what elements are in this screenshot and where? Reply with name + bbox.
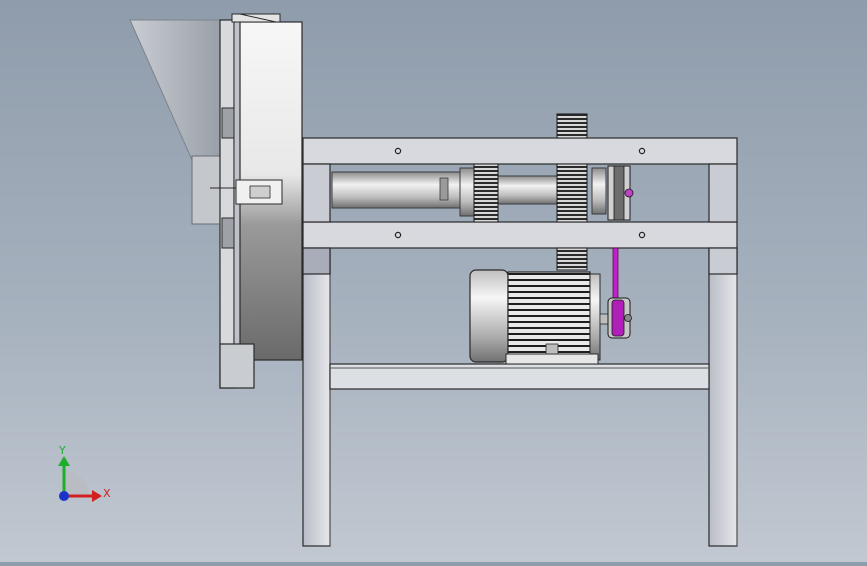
motor-pulley-groove (611, 299, 625, 337)
motor-end-cap[interactable] (469, 269, 509, 363)
shaft-inner (497, 175, 559, 205)
shaft-pulley-groove (613, 165, 625, 221)
frame-right-lower-block[interactable] (708, 247, 738, 275)
motor-flange[interactable] (589, 273, 601, 361)
electric-motor[interactable] (469, 269, 611, 365)
motor-pulley[interactable] (607, 297, 632, 339)
shaft-coupling-inner (249, 185, 271, 199)
motor-foot (505, 353, 599, 365)
frame-left-post[interactable] (302, 163, 331, 223)
left-leg[interactable] (302, 247, 331, 547)
shaft-pulley-hub (624, 188, 634, 198)
triad-rotation-arc (64, 469, 89, 496)
housing-bracket (221, 107, 235, 139)
motor-terminal-box (545, 343, 559, 355)
v-belt[interactable] (612, 247, 619, 299)
hopper-outlet[interactable] (191, 155, 223, 225)
cutter-housing[interactable] (210, 13, 303, 389)
triad-z-axis (59, 491, 69, 501)
gear-large-bottom[interactable] (556, 247, 588, 271)
triad-x-arrow (92, 490, 102, 502)
triad-y-label: Y (58, 444, 66, 457)
triad-x-label: X (103, 487, 111, 500)
shaft-pulley[interactable] (607, 165, 634, 221)
gear-large-body[interactable] (556, 163, 588, 223)
housing-base-block[interactable] (219, 343, 255, 389)
housing-front-plate[interactable] (219, 19, 235, 389)
frame-top-rail[interactable] (302, 137, 738, 165)
motor-base[interactable] (329, 363, 710, 390)
gear-small-body[interactable] (473, 163, 499, 223)
shaft-bearing (591, 167, 607, 215)
motor-pulley-hub (624, 314, 632, 322)
v-belt-strand[interactable] (612, 247, 619, 299)
spur-gear-small[interactable] (473, 163, 499, 223)
feed-hopper[interactable] (129, 19, 223, 225)
shaft-collar (439, 177, 449, 201)
cad-viewport[interactable]: Y X (0, 0, 867, 562)
hopper-funnel[interactable] (129, 19, 221, 161)
frame-left-lower-block[interactable] (302, 247, 331, 275)
gear-large-top[interactable] (556, 113, 588, 139)
housing-bracket (221, 217, 235, 249)
frame-middle-rail[interactable] (302, 221, 738, 249)
right-leg[interactable] (708, 247, 738, 547)
triad-y-arrow (58, 456, 70, 466)
shaft-step (459, 167, 475, 217)
frame-right-post[interactable] (708, 163, 738, 223)
coordinate-triad: Y X (58, 444, 111, 502)
